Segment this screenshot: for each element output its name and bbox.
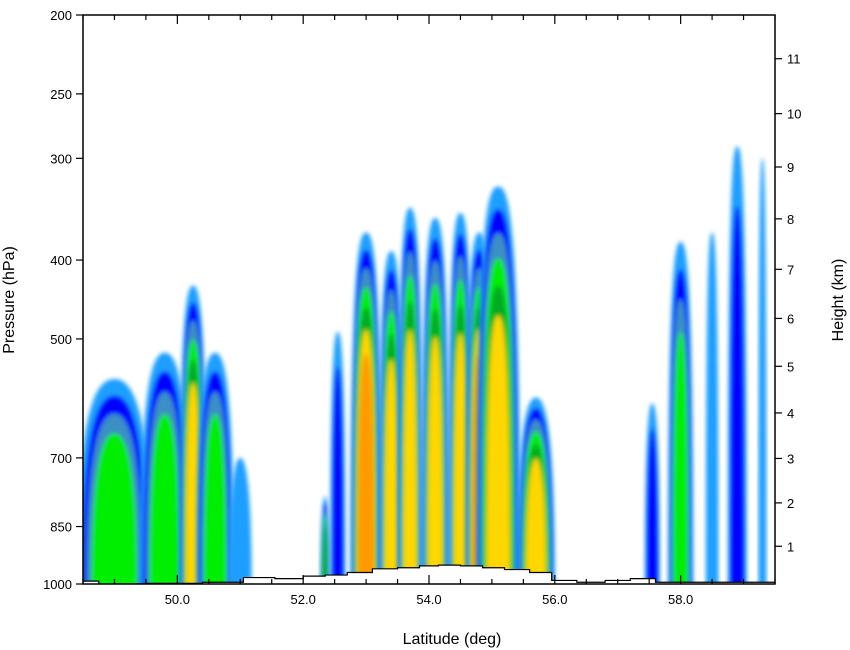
height-tick-label: 6 — [787, 311, 794, 326]
x-tick-label: 56.0 — [542, 592, 567, 607]
cloud-cross-section-chart: 50.0 52.0 54.0 56.0 58.0 1000 850 700 500 400 300… — [1, 8, 847, 648]
y-axis-title: Pressure (hPa) — [1, 246, 18, 354]
height-tick-label: 4 — [787, 406, 794, 421]
x-tick-label: 58.0 — [668, 592, 693, 607]
y2-axis-title: Height (km) — [830, 259, 847, 342]
pressure-tick-label: 300 — [50, 151, 72, 166]
height-axis: 1 2 3 4 5 6 7 8 9 10 11 — [775, 52, 801, 554]
height-tick-label: 9 — [787, 160, 794, 175]
pressure-tick-label: 850 — [50, 520, 72, 535]
pressure-axis: 1000 850 700 500 400 300 250 200 — [43, 8, 83, 592]
x-tick-label: 54.0 — [416, 592, 441, 607]
pressure-tick-label: 400 — [50, 253, 72, 268]
plot-area — [83, 15, 775, 584]
height-tick-label: 1 — [787, 539, 794, 554]
height-tick-label: 5 — [787, 359, 794, 374]
height-tick-label: 3 — [787, 451, 794, 466]
height-tick-label: 11 — [787, 52, 801, 67]
pressure-tick-label: 500 — [50, 332, 72, 347]
pressure-tick-label: 200 — [50, 8, 72, 23]
pressure-tick-label: 1000 — [43, 577, 72, 592]
height-tick-label: 7 — [787, 262, 794, 277]
x-tick-label: 50.0 — [165, 592, 190, 607]
x-tick-label: 52.0 — [291, 592, 316, 607]
height-tick-label: 10 — [787, 107, 801, 122]
pressure-tick-label: 700 — [50, 451, 72, 466]
x-axis-title: Latitude (deg) — [403, 631, 502, 648]
pressure-tick-label: 250 — [50, 87, 72, 102]
height-tick-label: 8 — [787, 212, 794, 227]
height-tick-label: 2 — [787, 496, 794, 511]
